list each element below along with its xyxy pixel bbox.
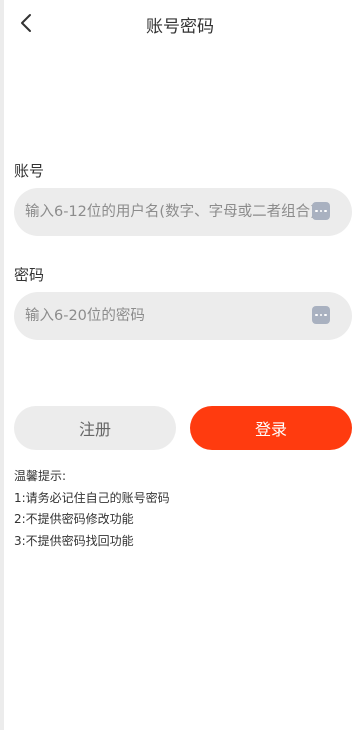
password-input[interactable] [14,292,314,340]
account-label: 账号 [14,162,45,180]
nav-bar: 账号密码 [0,0,360,46]
tip-item: 3:不提供密码找回功能 [14,533,134,548]
tips-title: 温馨提示: [14,469,67,483]
password-field-container [14,292,352,340]
password-label: 密码 [14,266,45,284]
more-dots-icon[interactable] [312,306,330,324]
account-field-container [14,188,352,236]
login-button[interactable]: 登录 [190,406,352,450]
account-input[interactable] [14,188,314,236]
tip-item: 1:请务必记住自己的账号密码 [14,490,170,505]
register-button[interactable]: 注册 [14,406,176,450]
more-dots-icon[interactable] [312,202,330,220]
left-edge-divider [0,0,4,730]
tip-item: 2:不提供密码修改功能 [14,512,134,526]
tips-section: 温馨提示: 1:请务必记住自己的账号密码 2:不提供密码修改功能 3:不提供密码… [14,466,170,552]
page-title: 账号密码 [146,17,214,37]
